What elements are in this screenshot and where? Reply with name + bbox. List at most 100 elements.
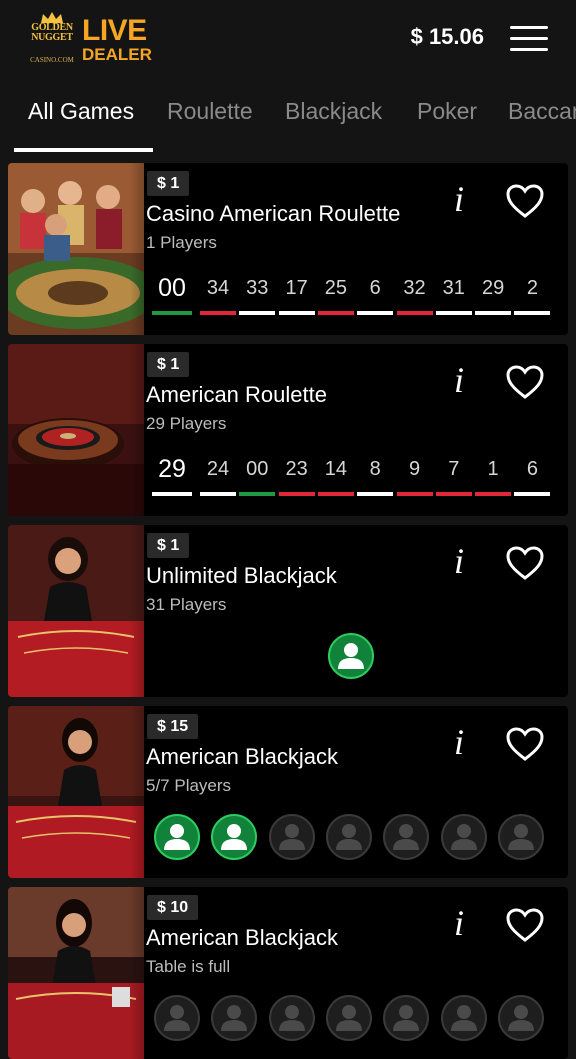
roulette-result-color-bar (317, 311, 354, 315)
roulette-result-color-bar (475, 311, 512, 315)
roulette-result-color-bar (435, 492, 472, 496)
game-card[interactable]: $ 15 American Blackjack 5/7 Players i (8, 706, 568, 878)
roulette-result-color-bar (200, 311, 236, 315)
info-icon[interactable]: i (454, 543, 472, 579)
roulette-history: 29 24 00 23 14 8 9 7 1 6 (152, 456, 552, 502)
roulette-result-number: 6 (369, 277, 381, 299)
occupied-seat-icon[interactable] (154, 814, 200, 860)
hamburger-menu-icon[interactable] (510, 24, 548, 52)
empty-seat-icon[interactable] (325, 995, 372, 1041)
golden-nugget-emblem: GOLDEN NUGGET CASINO.COM (26, 12, 78, 66)
roulette-result-color-bar (514, 311, 551, 315)
occupied-seat-icon[interactable] (328, 633, 374, 679)
game-thumbnail (8, 163, 144, 335)
tab-poker[interactable]: Poker (417, 98, 477, 125)
roulette-result: 25 (317, 275, 354, 315)
game-title: American Blackjack (146, 925, 338, 950)
player-count: 5/7 Players (146, 776, 232, 795)
roulette-result: 32 (396, 275, 433, 315)
info-icon[interactable]: i (454, 905, 472, 941)
info-icon[interactable]: i (454, 362, 472, 398)
game-thumbnail (8, 344, 144, 516)
roulette-result-color-bar (200, 492, 236, 496)
golden-nugget-live-dealer-logo[interactable]: GOLDEN NUGGET CASINO.COM LIVE DEALER (26, 12, 152, 66)
roulette-result: 6 (514, 456, 551, 496)
roulette-result: 14 (317, 456, 354, 496)
roulette-result: 23 (278, 456, 315, 496)
roulette-result: 24 (200, 456, 236, 496)
roulette-result-number: 32 (403, 277, 426, 299)
roulette-result: 29 (152, 455, 192, 496)
roulette-result-color-bar (396, 492, 433, 496)
empty-seat-icon[interactable] (497, 814, 544, 860)
logo-brand-name: GOLDEN NUGGET (31, 22, 73, 43)
info-icon[interactable]: i (454, 181, 472, 217)
roulette-result-number: 00 (158, 274, 186, 302)
roulette-result: 8 (357, 456, 394, 496)
roulette-result-number: 14 (324, 458, 348, 480)
game-card[interactable]: $ 10 American Blackjack Table is full i (8, 887, 568, 1059)
heart-outline-icon[interactable] (505, 726, 545, 762)
heart-outline-icon[interactable] (505, 364, 545, 400)
roulette-result-color-bar (152, 311, 192, 315)
roulette-result-number: 31 (442, 277, 465, 299)
roulette-result-number: 9 (408, 458, 421, 480)
min-bet-badge: $ 1 (147, 171, 190, 196)
game-card[interactable]: $ 1 Casino American Roulette 1 Players i… (8, 163, 568, 335)
heart-outline-icon[interactable] (505, 183, 545, 219)
empty-seat-icon[interactable] (211, 995, 258, 1041)
game-thumbnail (8, 706, 144, 878)
roulette-result-color-bar (278, 311, 315, 315)
min-bet-badge: $ 1 (147, 352, 190, 377)
roulette-result-color-bar (396, 311, 433, 315)
player-count: 1 Players (146, 233, 217, 252)
min-bet-badge: $ 15 (147, 714, 199, 739)
roulette-result: 29 (475, 275, 512, 315)
game-card[interactable]: $ 1 American Roulette 29 Players i 29 24 0… (8, 344, 568, 516)
tab-roulette[interactable]: Roulette (167, 98, 253, 125)
empty-seat-icon[interactable] (383, 995, 430, 1041)
empty-seat-icon[interactable] (154, 995, 200, 1041)
tab-blackjack[interactable]: Blackjack (285, 98, 382, 125)
tab-baccarat[interactable]: Baccarat (508, 98, 576, 125)
roulette-result-color-bar (357, 492, 394, 496)
game-thumbnail (8, 525, 144, 697)
roulette-result: 17 (278, 275, 315, 315)
heart-outline-icon[interactable] (505, 907, 545, 943)
empty-seat-icon[interactable] (383, 814, 430, 860)
empty-seat-icon[interactable] (268, 814, 315, 860)
game-title: American Roulette (146, 382, 327, 407)
logo-dealer-text: DEALER (82, 45, 152, 64)
roulette-history: 00 34 33 17 25 6 32 31 29 2 (152, 275, 552, 321)
roulette-result-number: 1 (487, 458, 499, 480)
active-tab-indicator (14, 148, 153, 152)
game-thumbnail (8, 887, 144, 1059)
roulette-result: 6 (357, 275, 394, 315)
empty-seat-icon[interactable] (268, 995, 315, 1041)
roulette-result-number: 2 (526, 277, 538, 299)
roulette-result-color-bar (317, 492, 354, 496)
heart-outline-icon[interactable] (505, 545, 545, 581)
roulette-result: 9 (396, 456, 433, 496)
account-balance: $ 15.06 (410, 24, 484, 49)
player-count: 31 Players (146, 595, 227, 614)
roulette-result-number: 29 (158, 455, 186, 483)
roulette-result-number: 33 (246, 277, 269, 299)
occupied-seat-icon[interactable] (211, 814, 258, 860)
roulette-result-number: 29 (481, 277, 505, 299)
game-card[interactable]: $ 1 Unlimited Blackjack 31 Players i (8, 525, 568, 697)
roulette-result: 2 (514, 275, 551, 315)
game-title: Casino American Roulette (146, 201, 401, 226)
empty-seat-icon[interactable] (440, 814, 487, 860)
game-title: Unlimited Blackjack (146, 563, 337, 588)
roulette-result: 1 (475, 456, 512, 496)
empty-seat-icon[interactable] (497, 995, 544, 1041)
min-bet-badge: $ 10 (147, 895, 199, 920)
empty-seat-icon[interactable] (325, 814, 372, 860)
roulette-result-color-bar (239, 311, 276, 315)
seat-row (154, 814, 554, 860)
empty-seat-icon[interactable] (440, 995, 487, 1041)
tab-all-games[interactable]: All Games (28, 98, 134, 125)
roulette-result: 00 (239, 456, 276, 496)
info-icon[interactable]: i (454, 724, 472, 760)
